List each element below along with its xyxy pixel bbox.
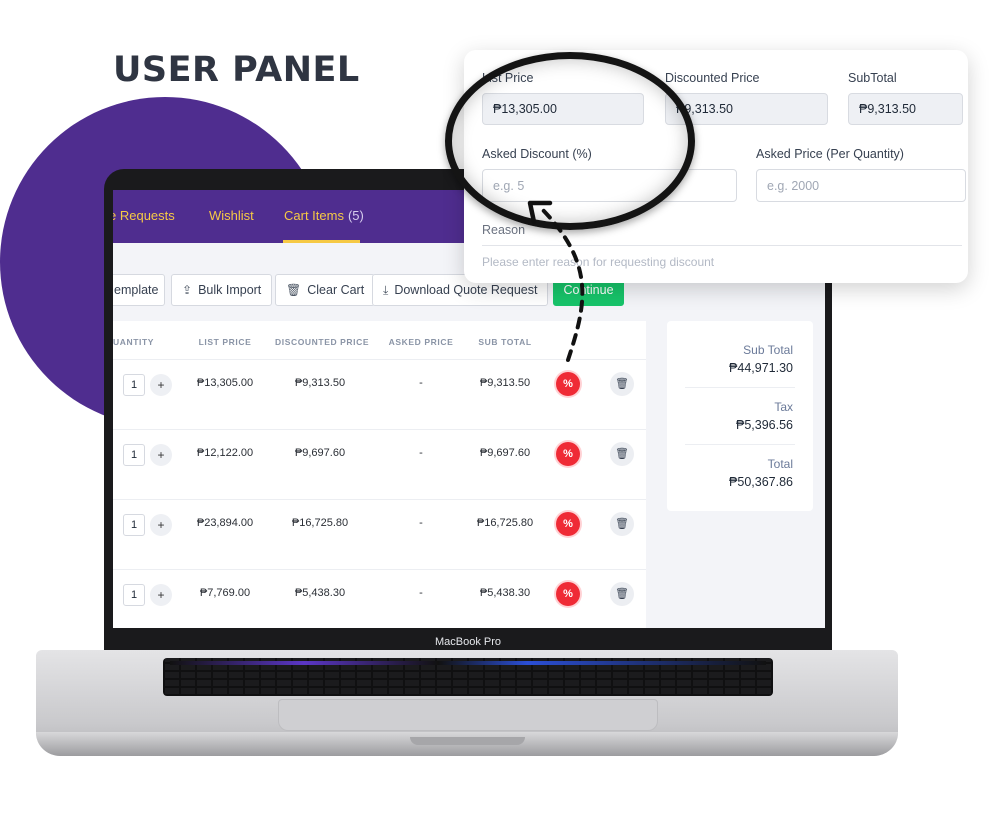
asked-price-cell: -	[419, 517, 423, 529]
total-value: ₱50,367.86	[729, 475, 793, 489]
cart-count-badge: (5)	[347, 208, 364, 223]
trash-icon: 🗑	[615, 518, 629, 530]
request-discount-button[interactable]: %	[556, 372, 580, 396]
quantity-input[interactable]: 1	[123, 514, 145, 536]
asked-price-cell: -	[419, 377, 423, 389]
trash-icon: 🗑	[615, 448, 629, 460]
increment-button[interactable]: +	[150, 444, 172, 466]
tax-value: ₱5,396.56	[736, 418, 793, 432]
table-row: 1 + ₱7,769.00 ₱5,438.30 - ₱5,438.30 % 🗑	[113, 569, 646, 628]
order-summary: Sub Total ₱44,971.30 Tax ₱5,396.56 Total…	[667, 321, 813, 511]
discounted-price-cell: ₱5,438.30	[294, 587, 346, 599]
template-button[interactable]: emplate	[113, 274, 165, 306]
request-discount-button[interactable]: %	[556, 512, 580, 536]
sub-total-cell: ₱9,313.50	[479, 377, 531, 389]
asked-price-cell: -	[419, 447, 423, 459]
sub-total-label: Sub Total	[743, 343, 793, 357]
delete-item-button[interactable]: 🗑	[610, 372, 634, 396]
summary-divider	[685, 387, 795, 388]
column-header-quantity: UANTITY	[113, 337, 155, 347]
list-price-cell: ₱7,769.00	[199, 587, 251, 599]
column-header-discounted-price: DISCOUNTED PRICE	[275, 337, 370, 347]
upload-icon: ⇪	[182, 283, 193, 297]
page-headline: USER PANEL	[113, 50, 360, 90]
total-label: Total	[767, 457, 793, 471]
active-tab-indicator	[283, 240, 360, 243]
trash-icon: 🗑	[615, 588, 629, 600]
summary-divider	[685, 444, 795, 445]
trackpad	[278, 699, 658, 731]
download-icon: ⤓	[383, 282, 389, 297]
download-quote-label: Download Quote Request	[394, 283, 538, 297]
sub-total-value: ₱44,971.30	[729, 361, 793, 375]
tax-label: Tax	[774, 400, 793, 414]
quantity-input[interactable]: 1	[123, 444, 145, 466]
increment-button[interactable]: +	[150, 514, 172, 536]
column-header-asked-price: ASKED PRICE	[388, 337, 454, 347]
sub-total-cell: ₱16,725.80	[476, 517, 534, 529]
bulk-import-label: Bulk Import	[198, 283, 262, 297]
discounted-price-cell: ₱9,313.50	[294, 377, 346, 389]
subtotal-field: ₱9,313.50	[848, 93, 963, 125]
dashed-arrow	[527, 200, 585, 362]
tab-cart-items[interactable]: Cart Items (5)	[284, 208, 364, 223]
clear-cart-button[interactable]: 🗑 Clear Cart	[275, 274, 376, 306]
quantity-input[interactable]: 1	[123, 584, 145, 606]
list-price-cell: ₱13,305.00	[196, 377, 254, 389]
touchbar	[170, 661, 766, 665]
tab-cart-items-label: Cart Items	[284, 208, 344, 223]
asked-price-input[interactable]	[756, 169, 966, 202]
template-button-label: emplate	[114, 283, 159, 297]
column-header-list-price: LIST PRICE	[198, 337, 252, 347]
list-price-cell: ₱12,122.00	[196, 447, 254, 459]
subtotal-label: SubTotal	[848, 71, 897, 85]
quantity-input[interactable]: 1	[123, 374, 145, 396]
trash-icon: 🗑	[286, 283, 302, 297]
discounted-price-cell: ₱16,725.80	[291, 517, 349, 529]
table-row: 1 + ₱23,894.00 ₱16,725.80 - ₱16,725.80 %…	[113, 499, 646, 569]
delete-item-button[interactable]: 🗑	[610, 512, 634, 536]
increment-button[interactable]: +	[150, 374, 172, 396]
clear-cart-label: Clear Cart	[307, 283, 365, 297]
device-label: MacBook Pro	[434, 636, 502, 648]
asked-price-cell: -	[419, 587, 423, 599]
tab-quote-requests[interactable]: e Requests	[113, 208, 175, 223]
tab-wishlist[interactable]: Wishlist	[209, 208, 254, 223]
request-discount-button[interactable]: %	[556, 442, 580, 466]
request-discount-button[interactable]: %	[556, 582, 580, 606]
list-price-cell: ₱23,894.00	[196, 517, 254, 529]
sub-total-cell: ₱9,697.60	[479, 447, 531, 459]
delete-item-button[interactable]: 🗑	[610, 442, 634, 466]
trash-icon: 🗑	[615, 378, 629, 390]
sub-total-cell: ₱5,438.30	[479, 587, 531, 599]
reason-label: Reason	[482, 223, 526, 237]
discounted-price-cell: ₱9,697.60	[294, 447, 346, 459]
asked-price-label: Asked Price (Per Quantity)	[756, 147, 904, 161]
bulk-import-button[interactable]: ⇪ Bulk Import	[171, 274, 273, 306]
increment-button[interactable]: +	[150, 584, 172, 606]
laptop-notch	[410, 737, 525, 745]
discounted-price-label: Discounted Price	[665, 71, 760, 85]
delete-item-button[interactable]: 🗑	[610, 582, 634, 606]
table-row: 1 + ₱12,122.00 ₱9,697.60 - ₱9,697.60 % 🗑	[113, 429, 646, 499]
